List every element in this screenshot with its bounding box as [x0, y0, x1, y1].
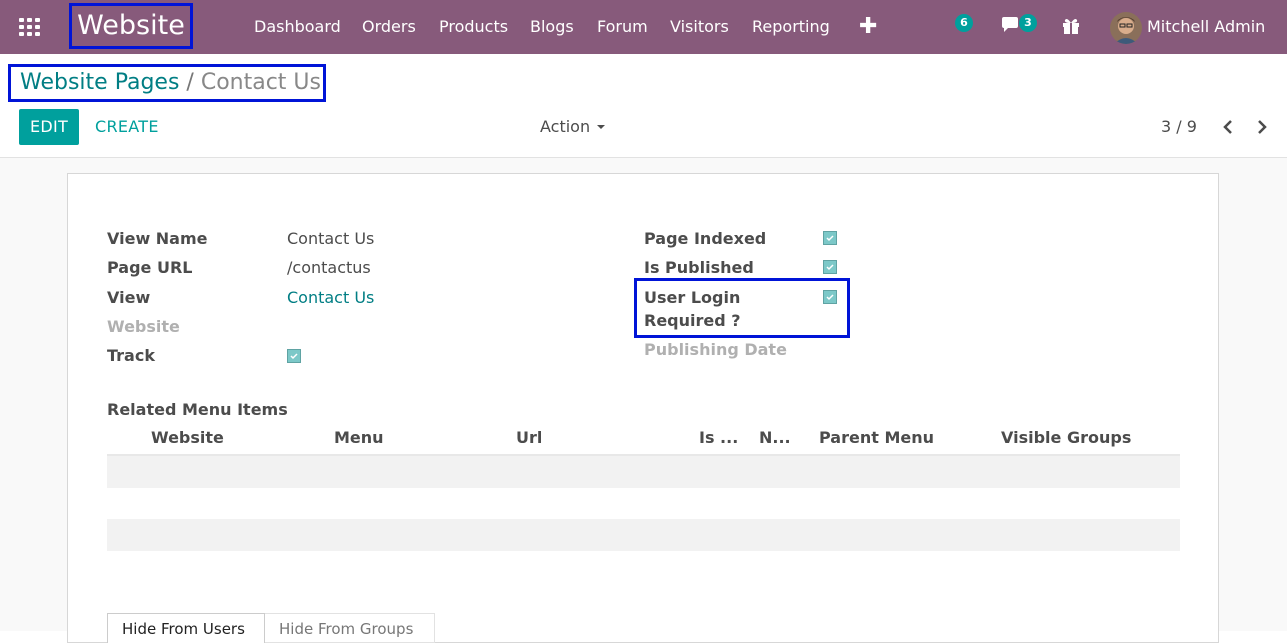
breadcrumb-parent-link[interactable]: Website Pages — [20, 70, 179, 95]
chevron-right-icon[interactable] — [1252, 118, 1270, 136]
menu-products[interactable]: Products — [439, 0, 508, 54]
breadcrumb-separator: / — [186, 70, 194, 95]
menu-reporting[interactable]: Reporting — [752, 0, 830, 54]
top-navbar: Website Dashboard Orders Products Blogs … — [0, 0, 1287, 54]
activity-count-badge: 6 — [955, 14, 973, 32]
column-n[interactable]: N... — [759, 428, 791, 447]
gift-icon[interactable] — [1061, 16, 1083, 38]
new-menu-plus-icon[interactable]: ✚ — [859, 0, 877, 54]
table-row — [107, 456, 1180, 488]
table-row — [107, 519, 1180, 551]
app-brand-title[interactable]: Website — [69, 3, 193, 49]
login-required-label-line2: Required ? — [644, 311, 741, 330]
apps-grid-icon[interactable] — [19, 18, 41, 36]
page-url-label: Page URL — [107, 258, 193, 277]
column-is[interactable]: Is ... — [699, 428, 738, 447]
view-link[interactable]: Contact Us — [287, 288, 374, 307]
track-label: Track — [107, 346, 155, 365]
action-dropdown-label: Action — [540, 117, 591, 136]
column-menu[interactable]: Menu — [334, 428, 384, 447]
page-url-value: /contactus — [287, 258, 371, 277]
menu-blogs[interactable]: Blogs — [530, 0, 574, 54]
view-name-value: Contact Us — [287, 229, 375, 248]
track-checkbox[interactable] — [287, 349, 301, 363]
page-indexed-label: Page Indexed — [644, 229, 767, 248]
breadcrumb: Website Pages / Contact Us — [8, 64, 326, 102]
menu-orders[interactable]: Orders — [362, 0, 416, 54]
messages-count-badge: 3 — [1019, 14, 1037, 32]
publishing-date-label: Publishing Date — [644, 340, 787, 359]
edit-button[interactable]: EDIT — [19, 109, 79, 145]
column-visible-groups[interactable]: Visible Groups — [1001, 428, 1131, 447]
column-url[interactable]: Url — [516, 428, 542, 447]
breadcrumb-current: Contact Us — [200, 70, 321, 95]
create-button[interactable]: CREATE — [95, 109, 159, 145]
column-website[interactable]: Website — [151, 428, 224, 447]
login-required-label-line1: User Login — [644, 288, 741, 307]
login-required-checkbox[interactable] — [823, 290, 837, 304]
view-name-label: View Name — [107, 229, 208, 248]
activity-clock-icon[interactable]: 6 — [955, 14, 979, 38]
tab-hide-from-users[interactable]: Hide From Users — [107, 613, 265, 643]
is-published-checkbox[interactable] — [823, 260, 837, 274]
tab-hide-from-groups[interactable]: Hide From Groups — [265, 613, 435, 643]
column-parent-menu[interactable]: Parent Menu — [819, 428, 934, 447]
menu-dashboard[interactable]: Dashboard — [254, 0, 341, 54]
chevron-left-icon[interactable] — [1220, 118, 1238, 136]
menu-forum[interactable]: Forum — [597, 0, 648, 54]
user-name[interactable]: Mitchell Admin — [1147, 0, 1265, 54]
pager-counter[interactable]: 3 / 9 — [1161, 109, 1197, 145]
table-row — [107, 488, 1180, 520]
action-dropdown[interactable]: Action — [540, 109, 606, 145]
caret-down-icon — [597, 125, 606, 129]
user-avatar[interactable] — [1110, 12, 1142, 44]
is-published-label: Is Published — [644, 258, 754, 277]
website-label: Website — [107, 317, 180, 336]
view-label: View — [107, 288, 151, 307]
page-indexed-checkbox[interactable] — [823, 231, 837, 245]
menu-visitors[interactable]: Visitors — [670, 0, 729, 54]
related-menu-title: Related Menu Items — [107, 400, 288, 419]
